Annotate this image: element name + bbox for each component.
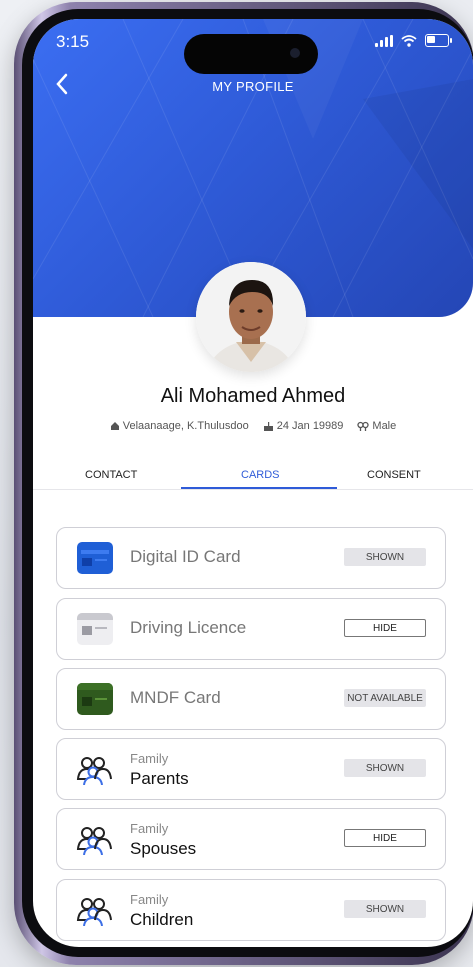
dob-item: 24 Jan 19989 [263,420,344,432]
family-icon [76,898,112,926]
tab-bar: CONTACT CARDS CONSENT [33,463,473,490]
profile-name: Ali Mohamed Ahmed [160,385,346,407]
cake-icon [263,422,273,431]
battery-icon [425,34,452,47]
mndf-card-icon [77,683,113,715]
family-label: Children [130,910,194,929]
family-small-label: Family [130,751,169,766]
card-row-driving-licence[interactable]: Driving Licence HIDE [56,598,446,660]
family-small-label: Family [130,892,169,907]
gender-icon [357,421,370,431]
home-icon [110,422,119,430]
active-tab-indicator [181,487,337,489]
signal-icon [375,34,393,47]
dynamic-island [184,34,318,74]
status-badge-shown[interactable]: SHOWN [344,548,426,566]
family-icon [76,827,112,855]
gender-item: Male [357,420,396,432]
driving-licence-icon [77,613,113,645]
address-text: Velaanaage, K.Thulusdoo [122,420,249,432]
family-row-parents[interactable]: Family Parents SHOWN [56,738,446,800]
wifi-icon [401,34,417,47]
profile-meta: Velaanaage, K.Thulusdoo 24 Jan 19989 Mal… [33,420,473,432]
status-time: 3:15 [56,32,90,51]
family-icon [76,757,112,785]
status-badge-not-available[interactable]: NOT AVAILABLE [344,689,426,707]
gender-text: Male [372,420,397,432]
family-small-label: Family [130,821,169,836]
dob-text: 24 Jan 19989 [276,420,344,432]
family-row-spouses[interactable]: Family Spouses HIDE [56,808,446,870]
tab-cards[interactable]: CARDS [241,469,280,481]
family-label: Spouses [130,839,197,858]
family-label: Parents [130,769,189,788]
status-badge-shown[interactable]: SHOWN [344,759,426,777]
status-badge-shown[interactable]: SHOWN [344,900,426,918]
status-badge-hide[interactable]: HIDE [344,619,426,637]
tab-contact[interactable]: CONTACT [85,469,137,481]
camera-dot [290,48,300,58]
card-label: MNDF Card [130,688,221,707]
avatar [196,262,306,372]
card-label: Driving Licence [130,618,247,637]
digital-id-card-icon [77,542,113,574]
card-row-digital-id[interactable]: Digital ID Card SHOWN [56,527,446,589]
status-badge-hide[interactable]: HIDE [344,829,426,847]
address-item: Velaanaage, K.Thulusdoo [110,420,249,432]
page-title: MY PROFILE [212,79,294,94]
card-row-mndf[interactable]: MNDF Card NOT AVAILABLE [56,668,446,730]
profile-photo [196,262,306,372]
tab-consent[interactable]: CONSENT [367,469,421,481]
status-icons [375,34,452,47]
screen: 3:15 MY PROFILE Ali Mohamed Ahmed Velaan… [33,19,473,947]
card-label: Digital ID Card [130,547,241,566]
family-row-children[interactable]: Family Children SHOWN [56,879,446,941]
